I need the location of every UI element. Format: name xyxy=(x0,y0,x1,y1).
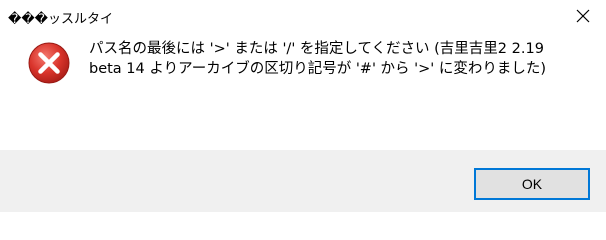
ok-button[interactable]: OK xyxy=(474,168,590,200)
close-button[interactable] xyxy=(560,0,606,32)
message-dialog: ���ッスルタイ パス名の最後には '>' または '/' を指定してください … xyxy=(0,0,606,212)
ok-button-label: OK xyxy=(521,176,543,192)
close-icon xyxy=(576,9,590,23)
window-title: ���ッスルタイ xyxy=(8,12,113,27)
message-line-1: パス名の最後には '>' または '/' を指定してください (吉里吉里2 2.… xyxy=(89,41,544,57)
message-line-2: beta 14 よりアーカイブの区切り記号が '#' から '>' に変わりまし… xyxy=(89,61,547,77)
error-icon xyxy=(28,42,70,84)
message-text: パス名の最後には '>' または '/' を指定してください (吉里吉里2 2.… xyxy=(89,39,589,79)
title-bar: ���ッスルタイ xyxy=(0,0,606,32)
